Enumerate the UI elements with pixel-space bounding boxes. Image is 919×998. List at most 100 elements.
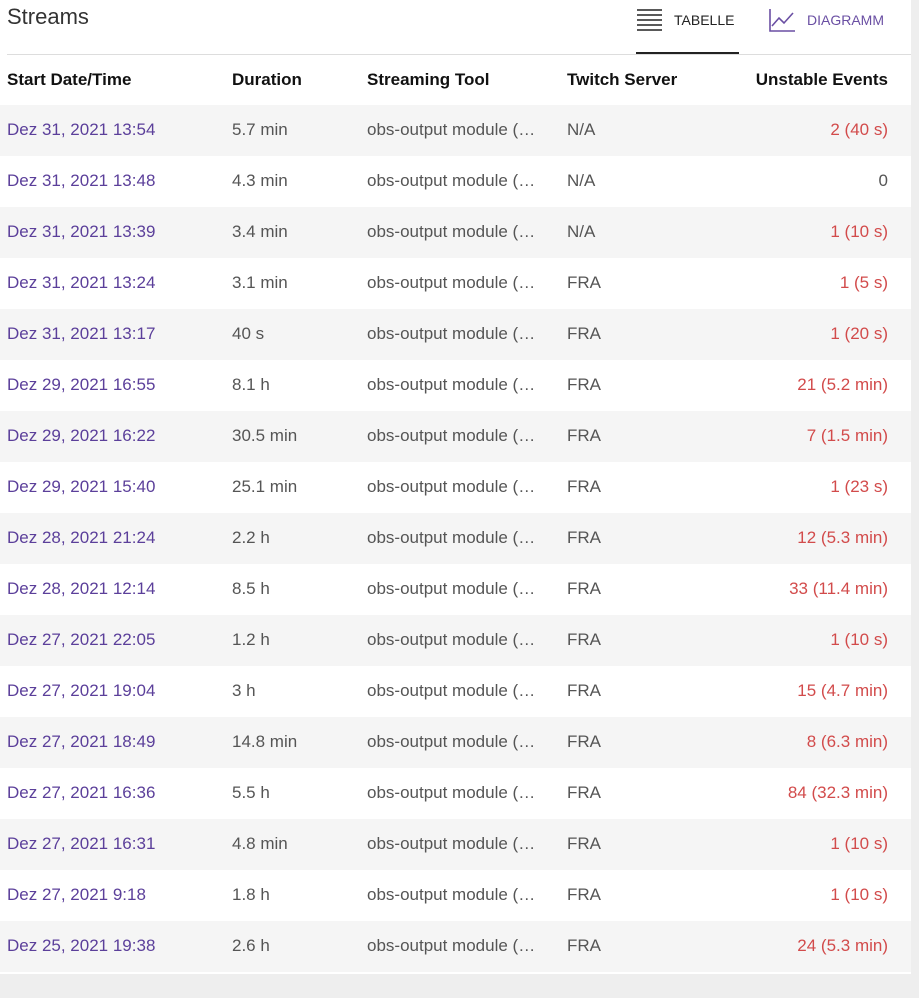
server-cell: FRA — [567, 834, 601, 853]
line-chart-icon — [768, 8, 796, 32]
table-row: Dez 25, 2021 19:38 2.6 h obs-output modu… — [0, 921, 911, 972]
start-time-link[interactable]: Dez 29, 2021 16:22 — [7, 426, 155, 446]
table-row: Dez 31, 2021 13:54 5.7 min obs-output mo… — [0, 105, 911, 156]
start-time-link[interactable]: Dez 31, 2021 13:54 — [7, 120, 155, 140]
column-header-tool: Streaming Tool — [367, 70, 490, 89]
duration-cell: 2.6 h — [232, 936, 270, 955]
duration-cell: 3.4 min — [232, 222, 288, 241]
start-time-link[interactable]: Dez 31, 2021 13:39 — [7, 222, 155, 242]
duration-cell: 4.8 min — [232, 834, 288, 853]
server-cell: N/A — [567, 120, 596, 139]
start-time-link[interactable]: Dez 25, 2021 19:38 — [7, 936, 155, 956]
tool-cell: obs-output module (… — [367, 120, 536, 139]
table-row: Dez 31, 2021 13:48 4.3 min obs-output mo… — [0, 156, 911, 207]
events-cell: 7 (1.5 min) — [806, 426, 888, 445]
events-cell: 15 (4.7 min) — [797, 681, 888, 700]
table-row: Dez 27, 2021 19:04 3 h obs-output module… — [0, 666, 911, 717]
server-cell: N/A — [567, 171, 596, 190]
events-cell: 21 (5.2 min) — [797, 375, 888, 394]
server-cell: FRA — [567, 783, 601, 802]
tool-cell: obs-output module (… — [367, 171, 536, 190]
start-time-link[interactable]: Dez 29, 2021 15:40 — [7, 477, 155, 497]
tool-cell: obs-output module (… — [367, 732, 536, 751]
duration-cell: 2.2 h — [232, 528, 270, 547]
start-time-link[interactable]: Dez 31, 2021 13:17 — [7, 324, 155, 344]
tool-cell: obs-output module (… — [367, 375, 536, 394]
events-cell: 1 (10 s) — [830, 630, 888, 649]
server-cell: FRA — [567, 630, 601, 649]
start-time-link[interactable]: Dez 27, 2021 16:31 — [7, 834, 155, 854]
events-cell: 33 (11.4 min) — [789, 579, 888, 598]
events-cell: 1 (10 s) — [830, 885, 888, 904]
server-cell: FRA — [567, 579, 601, 598]
tool-cell: obs-output module (… — [367, 324, 536, 343]
duration-cell: 5.5 h — [232, 783, 270, 802]
tool-cell: obs-output module (… — [367, 528, 536, 547]
duration-cell: 3 h — [232, 681, 256, 700]
start-time-link[interactable]: Dez 27, 2021 16:36 — [7, 783, 155, 803]
server-cell: FRA — [567, 732, 601, 751]
table-row: Dez 27, 2021 9:18 1.8 h obs-output modul… — [0, 870, 911, 921]
events-cell: 12 (5.3 min) — [797, 528, 888, 547]
duration-cell: 25.1 min — [232, 477, 298, 496]
table-row: Dez 27, 2021 16:36 5.5 h obs-output modu… — [0, 768, 911, 819]
table-header: Start Date/Time Duration Streaming Tool … — [0, 54, 911, 105]
tab-table-label: TABELLE — [674, 12, 735, 28]
start-time-link[interactable]: Dez 31, 2021 13:48 — [7, 171, 155, 191]
duration-cell: 1.8 h — [232, 885, 270, 904]
duration-cell: 3.1 min — [232, 273, 288, 292]
events-cell: 1 (20 s) — [830, 324, 888, 343]
events-cell: 0 — [878, 171, 888, 190]
duration-cell: 40 s — [232, 324, 265, 343]
start-time-link[interactable]: Dez 27, 2021 22:05 — [7, 630, 155, 650]
server-cell: FRA — [567, 936, 601, 955]
start-time-link[interactable]: Dez 28, 2021 21:24 — [7, 528, 155, 548]
start-time-link[interactable]: Dez 29, 2021 16:55 — [7, 375, 155, 395]
tool-cell: obs-output module (… — [367, 783, 536, 802]
tool-cell: obs-output module (… — [367, 477, 536, 496]
table-row: Dez 27, 2021 16:31 4.8 min obs-output mo… — [0, 819, 911, 870]
start-time-link[interactable]: Dez 27, 2021 18:49 — [7, 732, 155, 752]
table-row: Dez 31, 2021 13:24 3.1 min obs-output mo… — [0, 258, 911, 309]
column-header-events: Unstable Events — [755, 70, 888, 89]
server-cell: FRA — [567, 375, 601, 394]
duration-cell: 1.2 h — [232, 630, 270, 649]
table-row: Dez 29, 2021 16:22 30.5 min obs-output m… — [0, 411, 911, 462]
tab-table[interactable]: TABELLE — [636, 0, 739, 54]
column-header-start: Start Date/Time — [7, 70, 132, 89]
duration-cell: 8.5 h — [232, 579, 270, 598]
table-row: Dez 29, 2021 16:55 8.1 h obs-output modu… — [0, 360, 911, 411]
start-time-link[interactable]: Dez 27, 2021 9:18 — [7, 885, 146, 905]
server-cell: N/A — [567, 222, 596, 241]
tool-cell: obs-output module (… — [367, 579, 536, 598]
tool-cell: obs-output module (… — [367, 630, 536, 649]
start-time-link[interactable]: Dez 27, 2021 19:04 — [7, 681, 155, 701]
table-row: Dez 29, 2021 15:40 25.1 min obs-output m… — [0, 462, 911, 513]
table-row: Dez 31, 2021 13:17 40 s obs-output modul… — [0, 309, 911, 360]
column-header-server: Twitch Server — [567, 70, 678, 89]
duration-cell: 5.7 min — [232, 120, 288, 139]
events-cell: 1 (23 s) — [830, 477, 888, 496]
server-cell: FRA — [567, 885, 601, 904]
server-cell: FRA — [567, 528, 601, 547]
tool-cell: obs-output module (… — [367, 273, 536, 292]
tool-cell: obs-output module (… — [367, 222, 536, 241]
duration-cell: 14.8 min — [232, 732, 298, 751]
events-cell: 1 (10 s) — [830, 222, 888, 241]
streams-card: Streams TABELLE DIAGRAMM Start Date/Time… — [0, 0, 911, 974]
duration-cell: 30.5 min — [232, 426, 298, 445]
start-time-link[interactable]: Dez 31, 2021 13:24 — [7, 273, 155, 293]
tab-chart-label: DIAGRAMM — [807, 12, 884, 28]
tool-cell: obs-output module (… — [367, 681, 536, 700]
column-header-duration: Duration — [232, 70, 302, 89]
events-cell: 1 (5 s) — [839, 273, 888, 292]
tab-chart[interactable]: DIAGRAMM — [768, 0, 884, 54]
events-cell: 2 (40 s) — [830, 120, 888, 139]
table-icon — [636, 8, 663, 32]
duration-cell: 4.3 min — [232, 171, 288, 190]
server-cell: FRA — [567, 273, 601, 292]
start-time-link[interactable]: Dez 28, 2021 12:14 — [7, 579, 155, 599]
events-cell: 8 (6.3 min) — [806, 732, 888, 751]
card-header: Streams TABELLE DIAGRAMM — [0, 0, 911, 54]
page-title: Streams — [7, 4, 89, 29]
